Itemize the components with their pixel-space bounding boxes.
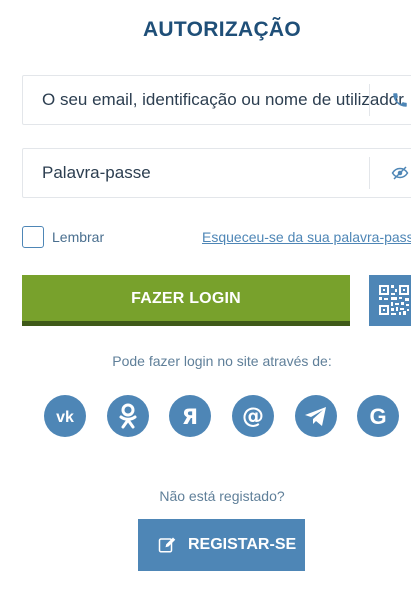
vk-login-button[interactable]: vk: [44, 395, 86, 437]
telegram-icon: [305, 407, 326, 426]
yandex-login-button[interactable]: Я: [169, 395, 211, 437]
eye-slash-icon[interactable]: [391, 164, 409, 182]
odnoklassniki-icon: [119, 403, 137, 429]
remember-checkbox[interactable]: [22, 226, 44, 248]
google-login-button[interactable]: G: [357, 395, 399, 437]
svg-text:@: @: [242, 404, 264, 429]
register-button[interactable]: REGISTAR-SE: [138, 519, 305, 571]
login-page: AUTORIZAÇÃO O seu email, identificação o…: [0, 0, 411, 611]
field-divider: [369, 84, 370, 116]
login-button[interactable]: FAZER LOGIN: [22, 275, 350, 326]
register-button-label: REGISTAR-SE: [188, 536, 297, 553]
password-input[interactable]: Palavra-passe: [42, 149, 151, 197]
qr-login-button[interactable]: [369, 275, 411, 326]
yandex-icon: Я: [182, 405, 198, 429]
remember-label[interactable]: Lembrar: [52, 229, 104, 245]
social-login-caption: Pode fazer login no site através de:: [112, 353, 332, 369]
svg-text:Я: Я: [182, 405, 198, 429]
edit-icon: [158, 537, 176, 553]
mail-ru-icon: @: [242, 404, 264, 429]
mail-ru-login-button[interactable]: @: [232, 395, 274, 437]
telegram-login-button[interactable]: [295, 395, 337, 437]
svg-text:G: G: [369, 404, 386, 429]
password-field[interactable]: Palavra-passe: [22, 148, 411, 198]
svg-text:vk: vk: [56, 409, 74, 426]
odnoklassniki-login-button[interactable]: [107, 395, 149, 437]
login-field[interactable]: O seu email, identificação ou nome de ut…: [22, 75, 411, 125]
field-divider: [369, 157, 370, 189]
not-registered-text: Não está registado?: [159, 488, 285, 504]
qr-code-icon: [379, 285, 409, 315]
login-input[interactable]: O seu email, identificação ou nome de ut…: [42, 76, 404, 124]
google-icon: G: [369, 404, 386, 429]
page-title: AUTORIZAÇÃO: [142, 18, 302, 41]
vk-icon: vk: [56, 409, 74, 426]
phone-icon[interactable]: [391, 91, 409, 109]
forgot-password-link[interactable]: Esqueceu-se da sua palavra-passe?: [202, 229, 411, 245]
